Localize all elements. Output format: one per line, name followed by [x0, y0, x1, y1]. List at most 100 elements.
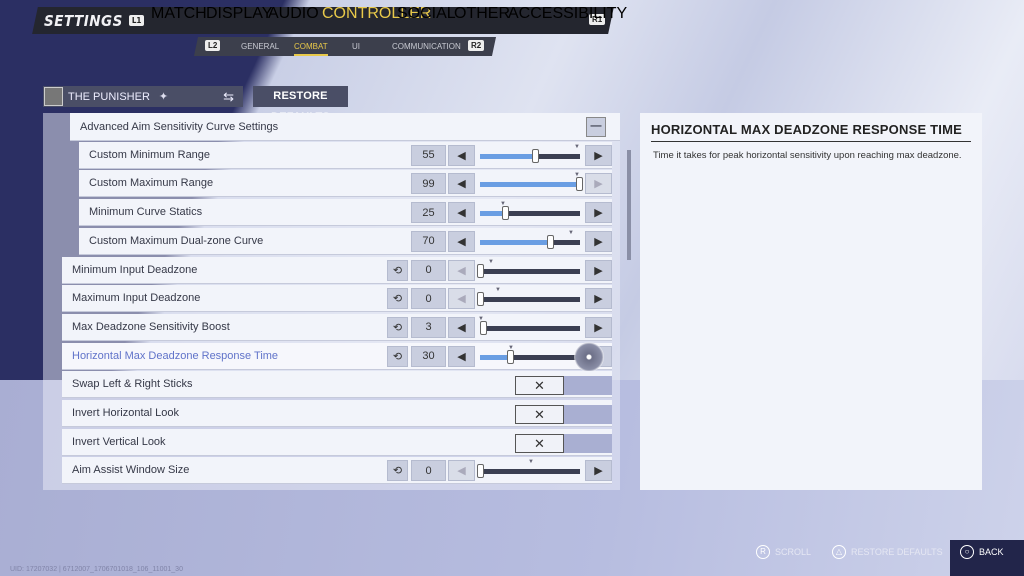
swap-arrows-icon[interactable]: ⇆ [223, 89, 234, 105]
section-header[interactable]: Advanced Aim Sensitivity Curve Settings … [70, 113, 620, 141]
tab-audio[interactable]: AUDIO [268, 0, 319, 27]
restore-defaults-hint[interactable]: △ RESTORE DEFAULTS [832, 545, 943, 559]
right-arrow-button[interactable]: ▶ [585, 316, 612, 338]
toggle[interactable]: ✕ [515, 405, 612, 424]
toggle[interactable]: ✕ [515, 433, 612, 453]
slider-knob[interactable] [502, 206, 509, 221]
settings-list: Advanced Aim Sensitivity Curve Settings … [43, 113, 620, 490]
slider-knob[interactable] [532, 148, 539, 163]
reset-icon[interactable]: ⟲ [387, 259, 408, 281]
right-arrow-button[interactable]: ▶ [585, 460, 612, 482]
slider-fill [480, 354, 510, 360]
default-marker-icon: ▼ [574, 143, 580, 150]
triangle-button-icon: △ [832, 545, 846, 559]
left-arrow-button[interactable]: ◀ [448, 202, 475, 224]
reset-icon[interactable]: ⟲ [387, 460, 408, 482]
right-arrow-button[interactable]: ▶ [585, 259, 612, 281]
r2-trigger-icon[interactable]: R2 [468, 40, 485, 51]
reset-icon[interactable]: ⟲ [387, 345, 408, 367]
minus-icon[interactable]: — [586, 117, 606, 137]
description-text: Time it takes for peak horizontal sensit… [653, 150, 962, 161]
left-arrow-button[interactable]: ◀ [448, 460, 475, 482]
value-box: 55 [411, 144, 446, 166]
slider-track[interactable]: ▼ [478, 316, 580, 335]
setting-row[interactable]: Aim Assist Window Size ⟲ 0 ◀ ▼ ▶ [62, 457, 612, 485]
default-marker-icon: ▼ [528, 459, 534, 466]
toggle-on-segment[interactable] [564, 405, 612, 424]
subtab-general[interactable]: GENERAL [241, 37, 279, 56]
slider-track[interactable]: ▼ [477, 459, 580, 479]
setting-row[interactable]: Invert Horizontal Look ✕ [62, 400, 612, 427]
l1-bumper-icon[interactable]: L1 [128, 15, 145, 26]
default-marker-icon: ▼ [508, 344, 514, 351]
back-button[interactable]: ○ BACK [960, 545, 1004, 559]
setting-row[interactable]: Minimum Curve Statics 25 ◀ ▼ ▶ [79, 199, 612, 227]
reset-icon[interactable]: ⟲ [387, 316, 408, 338]
right-arrow-button[interactable]: ▶ [585, 202, 612, 224]
slider-knob[interactable] [480, 320, 487, 335]
tab-social[interactable]: SOCIAL [397, 0, 456, 27]
left-arrow-button[interactable]: ◀ [448, 259, 475, 281]
slider-knob[interactable] [576, 177, 583, 192]
restore-defaults-button[interactable]: RESTORE DEFAULTS [253, 86, 348, 123]
default-marker-icon: ▼ [478, 315, 484, 322]
right-arrow-button[interactable]: ▶ [585, 144, 612, 166]
slider-knob[interactable] [477, 464, 484, 479]
slider-track[interactable]: ▼ [480, 172, 583, 192]
subtab-communication[interactable]: COMMUNICATION [392, 37, 461, 56]
default-marker-icon: ▼ [495, 287, 501, 294]
slider-knob[interactable] [477, 263, 484, 278]
character-name: THE PUNISHER [68, 90, 150, 103]
back-label: BACK [979, 547, 1004, 557]
top-nav: SETTINGS L1 [40, 7, 150, 34]
setting-row[interactable]: Max Deadzone Sensitivity Boost ⟲ 3 ◀ ▼ ▶ [62, 313, 612, 341]
left-arrow-button[interactable]: ◀ [448, 345, 475, 367]
setting-row[interactable]: Custom Maximum Range 99 ◀ ▼ ▶ [79, 170, 612, 198]
l2-trigger-icon[interactable]: L2 [205, 40, 221, 51]
toggle-on-segment[interactable] [564, 376, 612, 396]
slider-track[interactable]: ▼ [480, 144, 580, 163]
slider-knob[interactable] [507, 349, 514, 364]
left-arrow-button[interactable]: ◀ [448, 288, 475, 310]
subtab-ui[interactable]: UI [352, 37, 360, 56]
slider-track[interactable]: ▼ [477, 259, 580, 278]
right-arrow-button[interactable]: ▶ [585, 173, 612, 195]
slider-fill [480, 182, 579, 188]
setting-row[interactable]: Maximum Input Deadzone ⟲ 0 ◀ ▼ ▶ [62, 285, 612, 313]
slider-knob[interactable] [547, 234, 554, 249]
restore-label: RESTORE DEFAULTS [851, 547, 943, 557]
right-arrow-button[interactable]: ▶ [585, 230, 612, 252]
subtab-combat[interactable]: COMBAT [294, 37, 328, 56]
left-arrow-button[interactable]: ◀ [448, 144, 475, 166]
setting-row[interactable]: Invert Vertical Look ✕ [62, 428, 612, 456]
setting-row[interactable]: Minimum Input Deadzone ⟲ 0 ◀ ▼ ▶ [62, 256, 612, 284]
left-arrow-button[interactable]: ◀ [448, 316, 475, 338]
tab-display[interactable]: DISPLAY [206, 0, 272, 27]
slider-track[interactable]: ▼ [480, 201, 580, 221]
setting-label: Custom Maximum Range [89, 177, 214, 190]
sparkle-icon: ✦ [158, 91, 169, 103]
setting-label: Invert Vertical Look [72, 435, 166, 448]
slider-track[interactable]: ▼ [477, 287, 580, 307]
tab-accessibility[interactable]: ACCESSIBILITY [508, 0, 627, 27]
setting-row[interactable]: Custom Maximum Dual-zone Curve 70 ◀ ▼ ▶ [79, 227, 612, 255]
scrollbar[interactable] [627, 150, 631, 260]
setting-row[interactable]: Horizontal Max Deadzone Response Time ⟲ 30… [62, 341, 612, 372]
setting-label: Custom Minimum Range [89, 148, 211, 161]
right-arrow-button[interactable]: ▶ [585, 288, 612, 310]
slider-knob[interactable] [477, 292, 484, 307]
left-arrow-button[interactable]: ◀ [448, 230, 475, 252]
slider-track[interactable]: ▼ [480, 230, 580, 249]
slider-track[interactable]: ▼ [480, 345, 580, 364]
setting-row[interactable]: Swap Left & Right Sticks ✕ [62, 371, 612, 399]
character-selector[interactable]: THE PUNISHER ✦ ⇆ [43, 86, 243, 107]
tab-match[interactable]: MATCH [151, 0, 207, 27]
cursor-icon [574, 341, 604, 372]
reset-icon[interactable]: ⟲ [387, 288, 408, 310]
setting-label: Maximum Input Deadzone [72, 292, 201, 305]
left-arrow-button[interactable]: ◀ [448, 173, 475, 195]
setting-row[interactable]: Custom Minimum Range 55 ◀ ▼ ▶ [79, 141, 612, 169]
toggle[interactable]: ✕ [515, 376, 612, 396]
tab-other[interactable]: OTHER [454, 0, 510, 27]
toggle-on-segment[interactable] [564, 433, 612, 453]
